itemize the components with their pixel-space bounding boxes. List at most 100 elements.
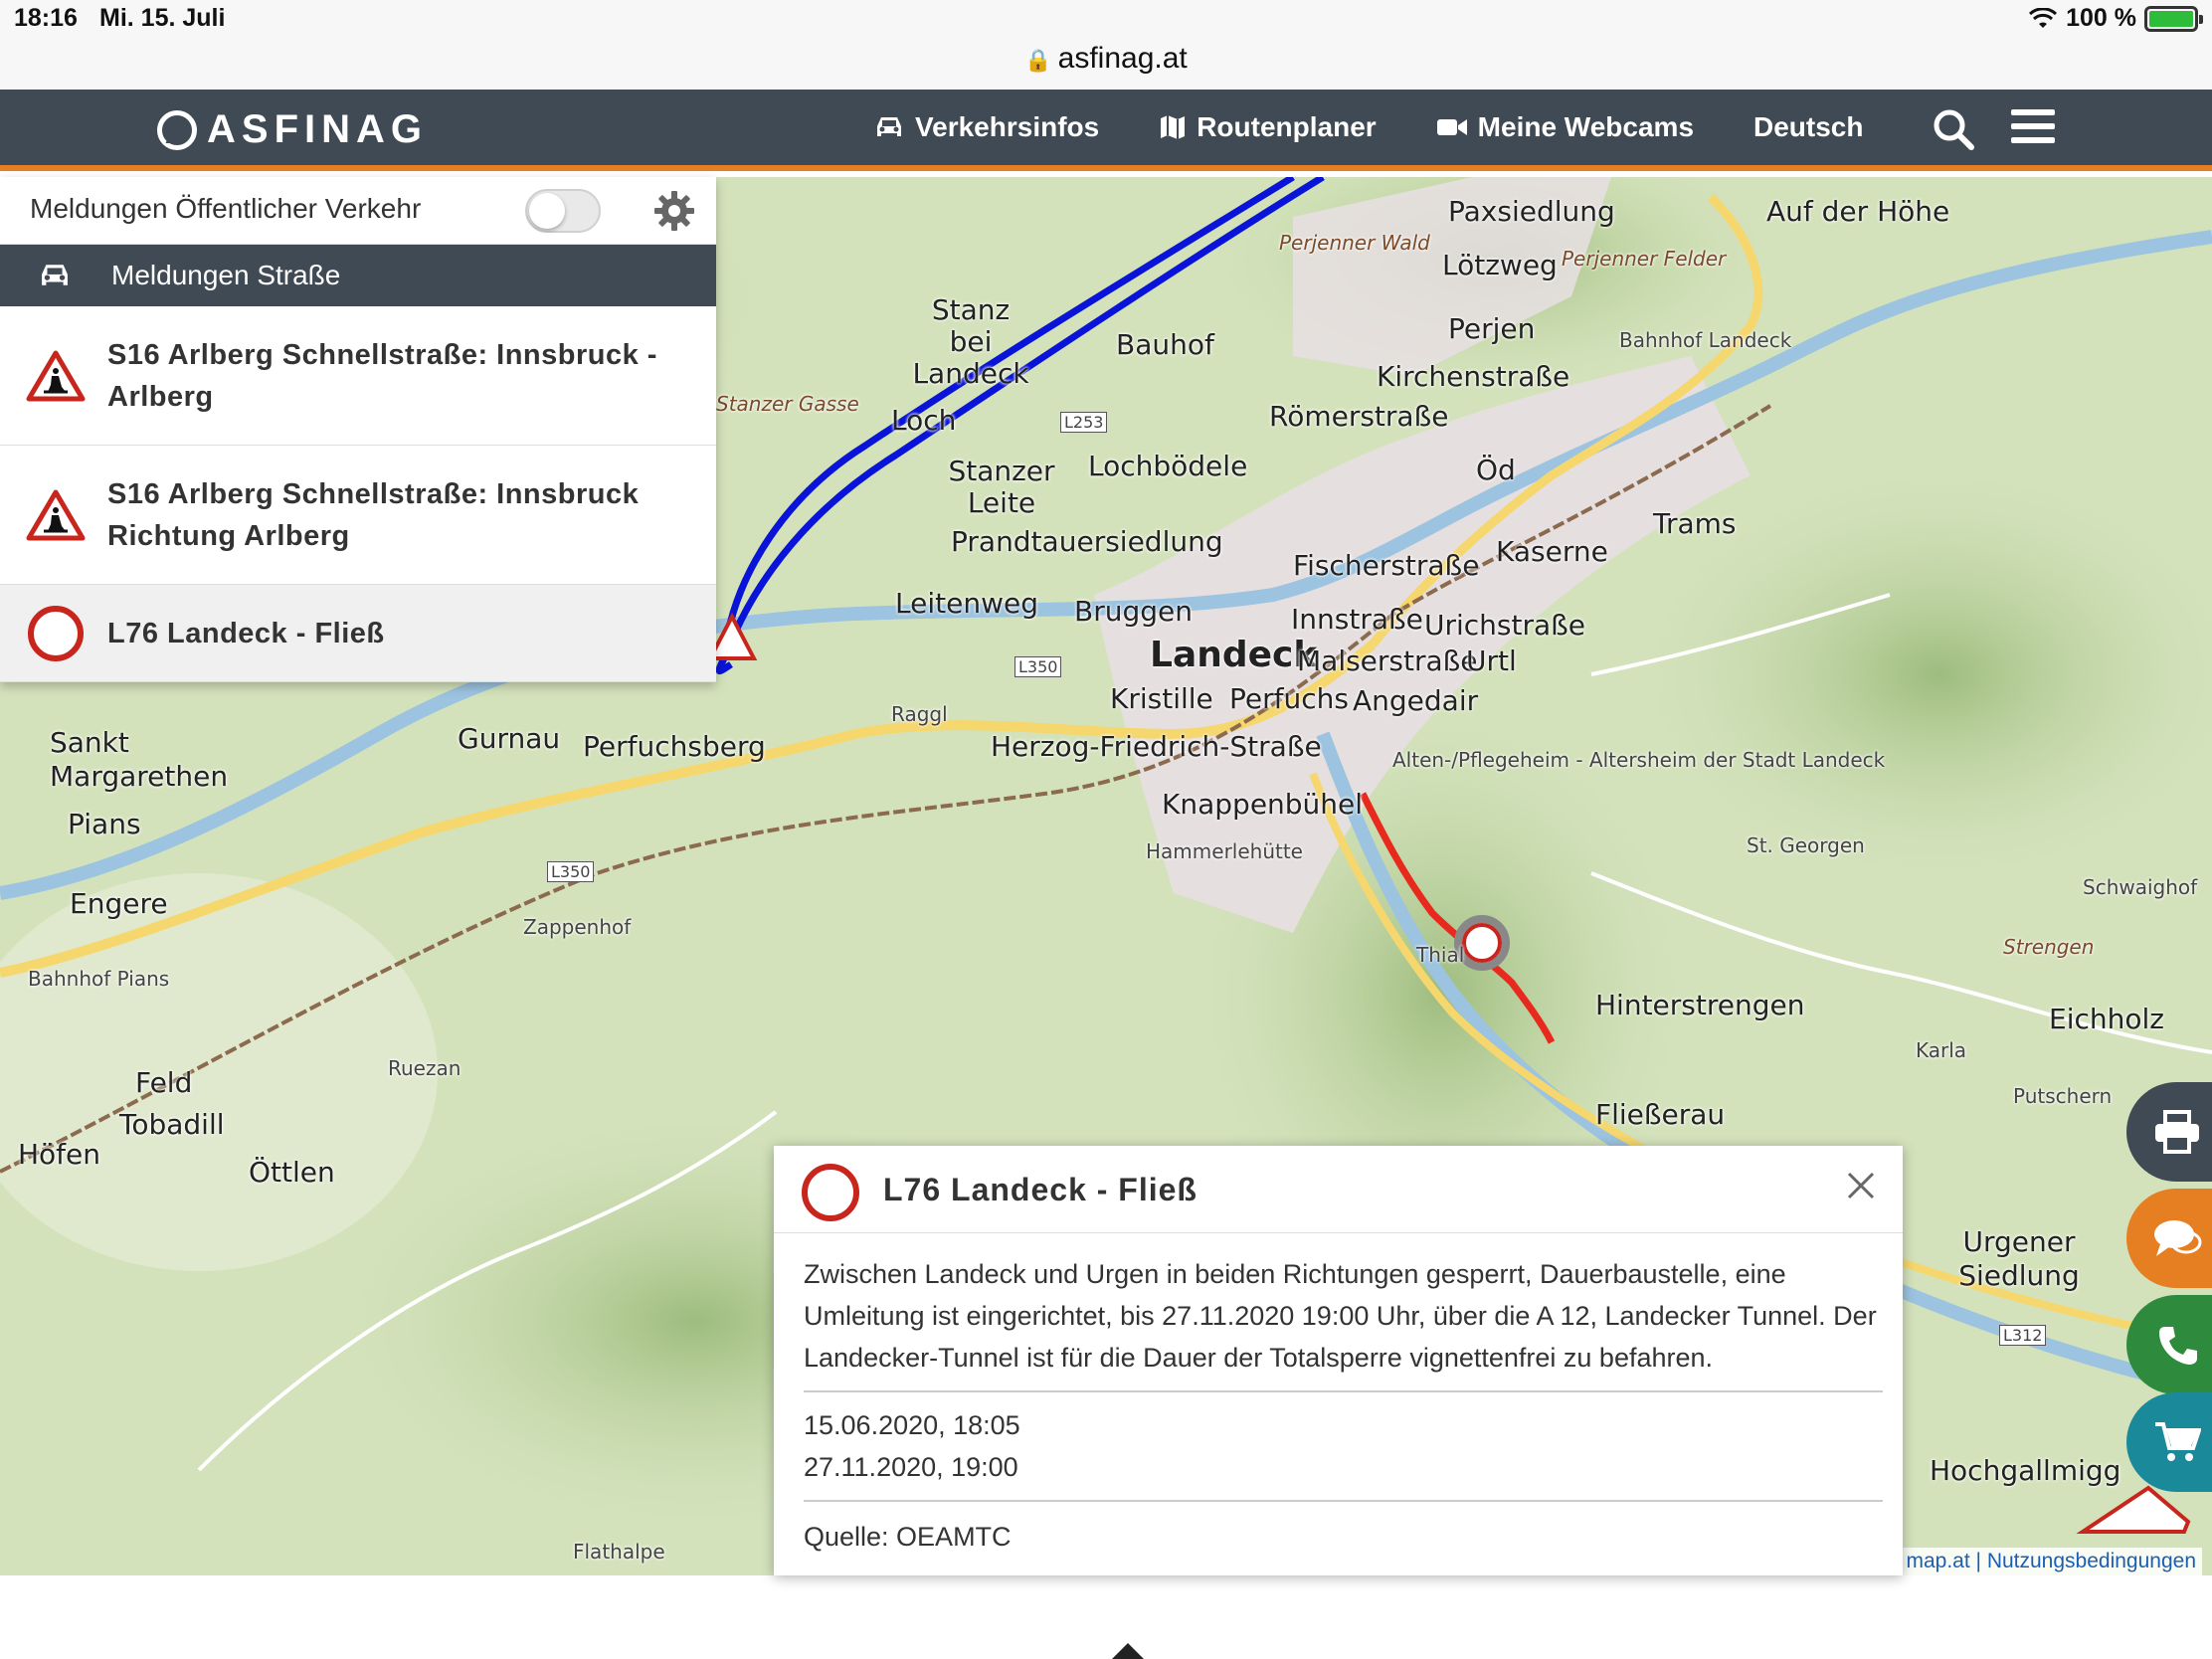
status-bar: 18:16 Mi. 15. Juli 🔒 asfinag.at 100 %: [0, 0, 2212, 90]
map-label: Perjen: [1448, 312, 1536, 345]
map-label: Pians: [68, 808, 141, 840]
gear-icon[interactable]: [652, 189, 696, 233]
map-label: Öd: [1476, 454, 1516, 486]
map-label: Alten-/Pflegeheim - Altersheim der Stadt…: [1392, 748, 1886, 772]
phone-icon: [2159, 1327, 2197, 1365]
message-item-selected[interactable]: L76 Landeck - Fließ: [0, 585, 716, 682]
status-time: 18:16: [14, 4, 78, 32]
nav-language[interactable]: Deutsch: [1753, 111, 1863, 143]
road-ref-badge: L350: [1014, 656, 1062, 677]
popup-start-date: 15.06.2020, 18:05: [804, 1410, 1020, 1440]
public-transport-toggle[interactable]: [525, 189, 601, 233]
battery-icon: [2144, 5, 2203, 32]
message-title: L76 Landeck - Fließ: [107, 617, 385, 649]
map-label: Malserstraße: [1297, 645, 1478, 677]
map-label: Bauhof: [1116, 328, 1214, 361]
logo-mark-icon: [157, 109, 197, 150]
map-label: Feld: [135, 1066, 193, 1099]
public-transport-label: Meldungen Öffentlicher Verkehr: [30, 193, 422, 224]
nav-label: Routenplaner: [1197, 111, 1377, 142]
camera-icon: [1436, 119, 1467, 135]
map-label: Stanz bei Landeck: [912, 293, 1029, 390]
map-label: Öttlen: [249, 1156, 335, 1189]
popup-body: Zwischen Landeck und Urgen in beiden Ric…: [774, 1233, 1903, 1558]
cart-icon: [2155, 1422, 2201, 1461]
popup-title: L76 Landeck - Fließ: [883, 1172, 1198, 1207]
map-label: Bahnhof Landeck: [1619, 328, 1792, 352]
map-label: Engere: [70, 887, 168, 920]
roadwork-warning-icon: [26, 350, 86, 401]
address-bar[interactable]: 🔒 asfinag.at: [0, 42, 2212, 76]
message-title: S16 Arlberg Schnellstraße: Innsbruck - A…: [107, 338, 657, 413]
nav-label: Meine Webcams: [1477, 111, 1695, 142]
map-label: St. Georgen: [1747, 833, 1865, 857]
search-icon[interactable]: [1932, 107, 1975, 151]
map-label: Perfuchs: [1229, 682, 1349, 715]
map-label: Knappenbühel: [1162, 788, 1364, 821]
message-item[interactable]: S16 Arlberg Schnellstraße: Innsbruck - A…: [0, 306, 716, 446]
map-label: Lochbödele: [1088, 450, 1248, 482]
nav-label: Verkehrsinfos: [915, 111, 1100, 142]
close-icon[interactable]: [1841, 1166, 1881, 1205]
map-label: Hammerlehütte: [1146, 839, 1303, 863]
nav-routenplaner[interactable]: Routenplaner: [1159, 111, 1377, 143]
nav-label: Deutsch: [1753, 111, 1864, 142]
nav-meine-webcams[interactable]: Meine Webcams: [1436, 111, 1694, 143]
map-label: Kaserne: [1496, 535, 1608, 568]
map-label: Tobadill: [119, 1108, 225, 1141]
map-label: Innstraße: [1291, 603, 1423, 636]
map-label: Stanzer Gasse: [716, 392, 859, 416]
road-ref-badge: L350: [547, 861, 595, 882]
map-attribution-link[interactable]: map.at | Nutzungsbedingungen: [1900, 1548, 2202, 1575]
message-title: S16 Arlberg Schnellstraße: Innsbruck Ric…: [107, 477, 640, 552]
map-label: Hochgallmigg: [1930, 1454, 2121, 1487]
car-icon: [42, 265, 68, 285]
popup-end-date: 27.11.2020, 19:00: [804, 1452, 1018, 1482]
roadwork-warning-icon: [26, 489, 86, 540]
map-label: Raggl: [891, 702, 948, 726]
chevron-up-icon[interactable]: [1112, 1643, 1144, 1659]
print-icon: [2155, 1110, 2199, 1154]
map-label: Schwaighof: [2083, 875, 2198, 899]
lock-icon: 🔒: [1024, 48, 1052, 73]
messages-panel: Meldungen Öffentlicher Verkehr Meldungen…: [0, 177, 716, 682]
map-label: Loch: [891, 404, 957, 437]
map-label: Trams: [1653, 507, 1737, 540]
map-label: Fließerau: [1595, 1098, 1726, 1131]
public-transport-toggle-row: Meldungen Öffentlicher Verkehr: [0, 177, 716, 245]
map-label: Hinterstrengen: [1595, 989, 1805, 1021]
map-label: Bahnhof Pians: [28, 967, 170, 991]
message-detail-popup: L76 Landeck - Fließ Zwischen Landeck und…: [774, 1146, 1903, 1575]
logo-text: ASFINAG: [207, 107, 428, 151]
road-messages-header[interactable]: Meldungen Straße: [0, 245, 716, 306]
status-right: 100 %: [2028, 4, 2203, 33]
road-closed-icon: [802, 1164, 859, 1221]
message-item[interactable]: S16 Arlberg Schnellstraße: Innsbruck Ric…: [0, 446, 716, 585]
status-date: Mi. 15. Juli: [99, 4, 226, 32]
map-label: Landeck: [1150, 635, 1318, 675]
map-label: Zappenhof: [523, 915, 632, 939]
main-nav: Verkehrsinfos Routenplaner Meine Webcams…: [873, 111, 1863, 143]
road-messages-label: Meldungen Straße: [111, 260, 341, 290]
map-label: Kirchenstraße: [1377, 360, 1570, 393]
asfinag-logo[interactable]: ASFINAG: [157, 107, 428, 152]
map-label: Urichstraße: [1424, 609, 1586, 642]
map-label: Flathalpe: [573, 1540, 665, 1564]
url-text: asfinag.at: [1057, 42, 1188, 75]
hamburger-menu-icon[interactable]: [2011, 109, 2055, 149]
map-label: Lötzweg: [1442, 249, 1558, 281]
road-ref-badge: L253: [1060, 412, 1108, 433]
map-label: Putschern: [2013, 1084, 2113, 1108]
nav-verkehrsinfos[interactable]: Verkehrsinfos: [873, 111, 1099, 143]
battery-percent: 100 %: [2066, 4, 2136, 32]
map-label: Paxsiedlung: [1448, 195, 1615, 228]
map-label: Thial: [1416, 943, 1465, 967]
popup-description: Zwischen Landeck und Urgen in beiden Ric…: [804, 1253, 1883, 1392]
popup-source: Quelle: OEAMTC: [804, 1522, 1012, 1552]
wifi-icon: [2029, 7, 2058, 28]
popup-dates: 15.06.2020, 18:05 27.11.2020, 19:00: [804, 1392, 1883, 1502]
map-label: Auf der Höhe: [1766, 195, 1950, 228]
map-label: Bruggen: [1074, 595, 1193, 628]
map-label: Urgener Siedlung: [1958, 1225, 2080, 1292]
map-icon: [1161, 115, 1186, 139]
